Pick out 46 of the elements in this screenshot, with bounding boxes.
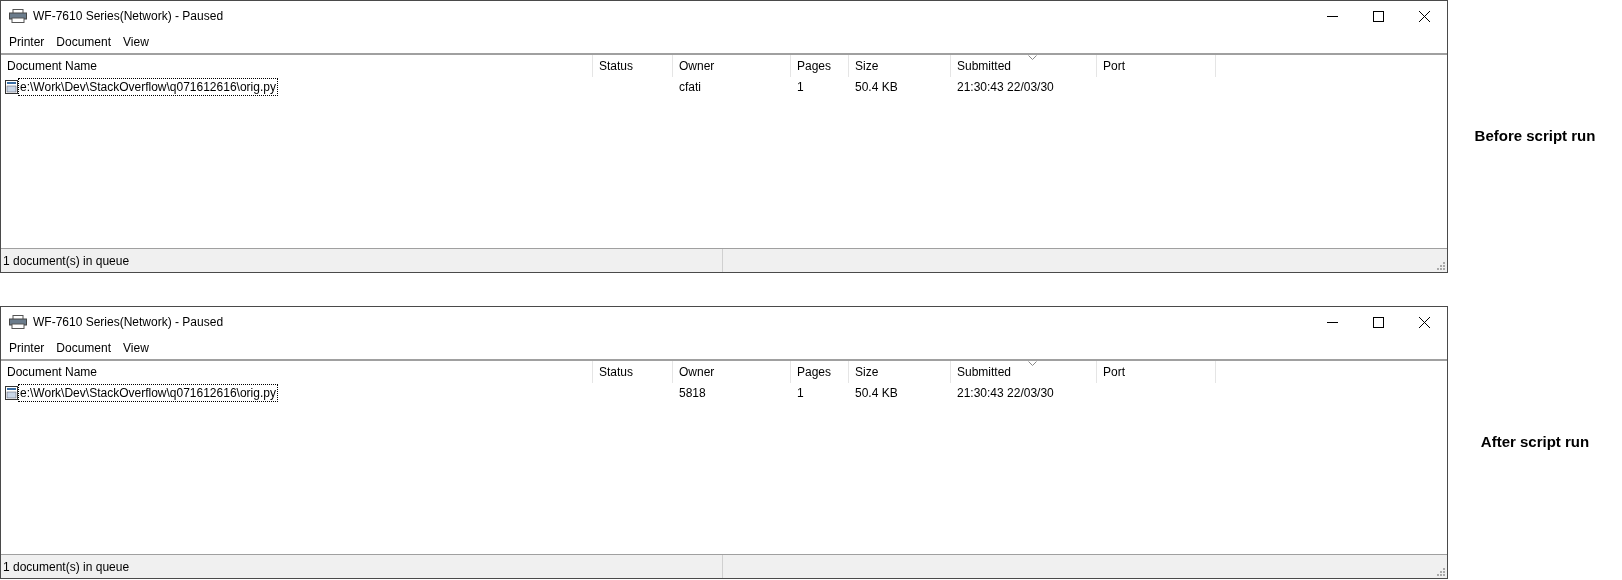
printer-icon — [9, 315, 27, 329]
document-name[interactable]: e:\Work\Dev\StackOverflow\q071612616\orig.py — [18, 384, 278, 402]
window-title: WF-7610 Series(Network) - Paused — [33, 314, 224, 331]
menu-item[interactable]: View — [117, 338, 155, 358]
column-header[interactable]: Document Name — [1, 361, 593, 383]
status-text: 1 document(s) in queue — [3, 558, 130, 576]
table-cell-text: 50.4 KB — [855, 79, 898, 96]
menu-item[interactable]: Printer — [3, 338, 51, 358]
close-icon — [1418, 316, 1430, 328]
column-header[interactable]: Status — [593, 55, 673, 77]
menu-item[interactable]: View — [117, 32, 155, 52]
minimize-icon — [1326, 15, 1338, 17]
column-header[interactable]: Status — [593, 361, 673, 383]
column-header[interactable]: Submitted — [951, 55, 1097, 77]
document-icon — [5, 80, 18, 94]
table-cell-text: 50.4 KB — [855, 385, 898, 402]
menu-item[interactable]: Printer — [3, 32, 51, 52]
table-cell-text: 21:30:43 22/03/30 — [957, 385, 1054, 402]
table-cell-text: 1 — [797, 79, 804, 96]
window-title: WF-7610 Series(Network) - Paused — [33, 8, 224, 25]
column-header[interactable]: Size — [849, 55, 951, 77]
column-header[interactable]: Owner — [673, 361, 791, 383]
caption: After script run — [1480, 432, 1590, 453]
column-header[interactable]: Document Name — [1, 55, 593, 77]
column-header[interactable]: Submitted — [951, 361, 1097, 383]
close-icon — [1418, 10, 1430, 22]
column-header[interactable]: Pages — [791, 55, 849, 77]
document-name[interactable]: e:\Work\Dev\StackOverflow\q071612616\orig.py — [18, 78, 278, 96]
maximize-icon — [1372, 316, 1384, 328]
column-header[interactable]: Port — [1097, 55, 1216, 77]
column-header[interactable]: Port — [1097, 361, 1216, 383]
printer-icon — [9, 9, 27, 23]
menu-item[interactable]: Document — [50, 32, 118, 52]
maximize-icon — [1372, 10, 1384, 22]
table-cell-text: 21:30:43 22/03/30 — [957, 79, 1054, 96]
table-cell-text: 5818 — [679, 385, 706, 402]
column-header[interactable]: Owner — [673, 55, 791, 77]
menu-item[interactable]: Document — [50, 338, 118, 358]
column-header[interactable]: Pages — [791, 361, 849, 383]
status-text: 1 document(s) in queue — [3, 252, 130, 270]
document-icon — [5, 386, 18, 400]
table-cell-text: cfati — [679, 79, 701, 96]
caption: Before script run — [1474, 126, 1596, 147]
table-cell-text: 1 — [797, 385, 804, 402]
minimize-icon — [1326, 321, 1338, 323]
column-header[interactable]: Size — [849, 361, 951, 383]
